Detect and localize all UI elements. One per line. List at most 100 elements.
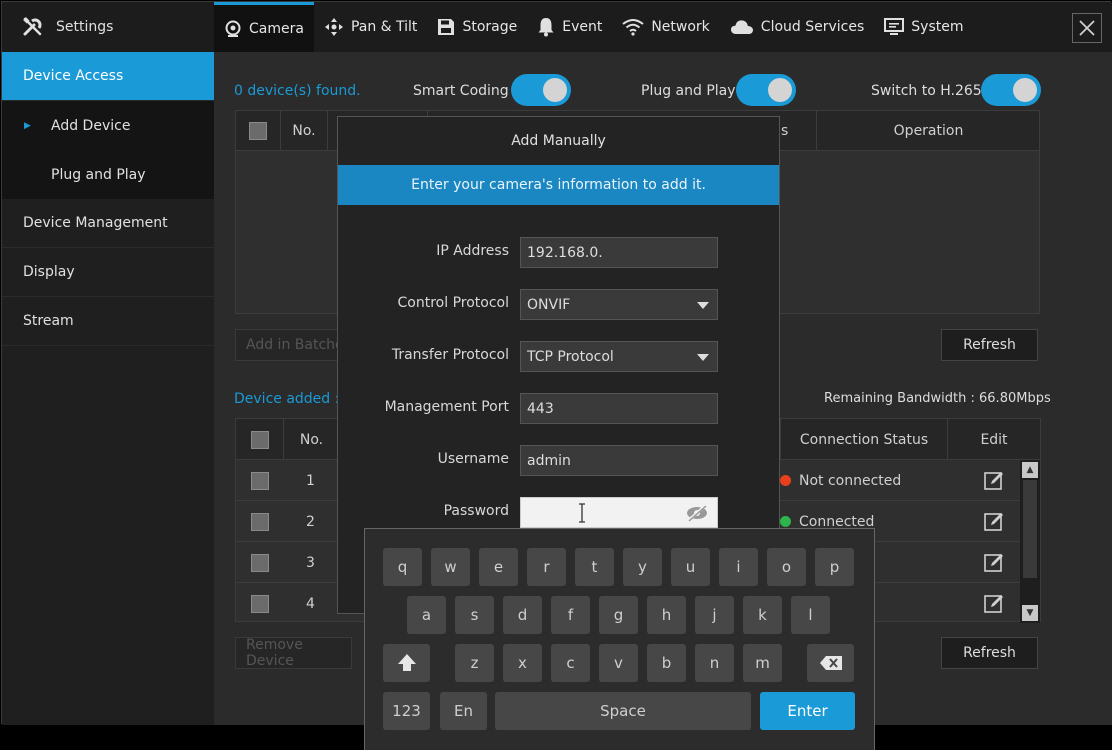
key-j[interactable]: j bbox=[695, 596, 734, 634]
edit-button[interactable] bbox=[983, 501, 1005, 542]
h265-label: Switch to H.265 bbox=[871, 83, 982, 99]
remove-device-button[interactable]: Remove Device bbox=[235, 637, 352, 669]
username-input[interactable]: admin bbox=[520, 445, 718, 476]
key-i[interactable]: i bbox=[719, 548, 758, 586]
control-protocol-label: Control Protocol bbox=[397, 295, 509, 311]
refresh-button[interactable]: Refresh bbox=[941, 329, 1038, 361]
tab-event-label: Event bbox=[562, 19, 603, 35]
sidebar-item-device-management[interactable]: Device Management bbox=[2, 199, 214, 248]
key-g[interactable]: g bbox=[599, 596, 638, 634]
key-x[interactable]: x bbox=[503, 644, 542, 682]
smart-coding-toggle[interactable] bbox=[511, 74, 571, 106]
plug-and-play-label: Plug and Play bbox=[641, 83, 736, 99]
key-h[interactable]: h bbox=[647, 596, 686, 634]
tools-icon bbox=[23, 17, 42, 36]
tab-network[interactable]: Network bbox=[612, 2, 719, 52]
key-e[interactable]: e bbox=[479, 548, 518, 586]
scroll-down-icon[interactable]: ▼ bbox=[1022, 605, 1038, 621]
backspace-icon bbox=[819, 656, 842, 670]
virtual-keyboard: q w e r t y u i o p a s d f g h j k l z … bbox=[364, 528, 875, 750]
password-input[interactable] bbox=[520, 497, 718, 528]
key-b[interactable]: b bbox=[647, 644, 686, 682]
ip-address-input[interactable]: 192.168.0. bbox=[520, 237, 718, 268]
edit-button[interactable] bbox=[983, 583, 1005, 624]
cloud-icon bbox=[730, 20, 753, 34]
toggle-knob bbox=[543, 78, 567, 102]
tab-storage[interactable]: Storage bbox=[427, 2, 527, 52]
main-tabs: Camera Pan & Tilt Storage Event Network … bbox=[214, 2, 974, 52]
key-m[interactable]: m bbox=[743, 644, 782, 682]
add-in-batches-button[interactable]: Add in Batches bbox=[235, 329, 345, 361]
row-checkbox[interactable] bbox=[251, 512, 269, 531]
tab-event[interactable]: Event bbox=[527, 2, 612, 52]
select-all-checkbox[interactable] bbox=[250, 430, 269, 449]
key-a[interactable]: a bbox=[407, 596, 446, 634]
sidebar-item-device-access[interactable]: Device Access bbox=[2, 52, 214, 101]
toggle-knob bbox=[768, 78, 792, 102]
tab-camera-label: Camera bbox=[249, 20, 304, 37]
management-port-input[interactable]: 443 bbox=[520, 393, 718, 424]
tab-camera[interactable]: Camera bbox=[214, 2, 314, 52]
key-u[interactable]: u bbox=[671, 548, 710, 586]
scroll-thumb[interactable] bbox=[1023, 480, 1037, 578]
backspace-key[interactable] bbox=[807, 644, 854, 682]
settings-title: Settings bbox=[56, 19, 114, 35]
key-r[interactable]: r bbox=[527, 548, 566, 586]
key-z[interactable]: z bbox=[455, 644, 494, 682]
key-q[interactable]: q bbox=[383, 548, 422, 586]
select-all-checkbox[interactable] bbox=[249, 122, 267, 140]
edit-icon bbox=[984, 512, 1003, 531]
scroll-up-icon[interactable]: ▲ bbox=[1022, 462, 1038, 478]
sidebar-item-add-device[interactable]: ▶ Add Device bbox=[2, 101, 214, 150]
tab-pan-tilt-label: Pan & Tilt bbox=[350, 19, 418, 35]
close-button[interactable] bbox=[1072, 13, 1102, 43]
tab-pan-tilt[interactable]: Pan & Tilt bbox=[314, 2, 427, 52]
key-k[interactable]: k bbox=[743, 596, 782, 634]
h265-toggle[interactable] bbox=[981, 74, 1041, 106]
row-checkbox[interactable] bbox=[251, 594, 269, 613]
edit-button[interactable] bbox=[983, 460, 1005, 501]
sidebar-item-stream[interactable]: Stream bbox=[2, 297, 214, 346]
key-w[interactable]: w bbox=[431, 548, 470, 586]
key-d[interactable]: d bbox=[503, 596, 542, 634]
table-scrollbar[interactable]: ▲ ▼ bbox=[1020, 460, 1040, 623]
language-key[interactable]: En bbox=[440, 692, 487, 730]
key-v[interactable]: v bbox=[599, 644, 638, 682]
device-added-text: Device added : 5 bbox=[234, 391, 353, 407]
key-p[interactable]: p bbox=[815, 548, 854, 586]
transfer-protocol-select[interactable]: TCP Protocol bbox=[520, 341, 718, 372]
refresh-button-bottom[interactable]: Refresh bbox=[941, 637, 1038, 669]
row-checkbox[interactable] bbox=[251, 471, 269, 490]
tab-storage-label: Storage bbox=[462, 19, 518, 35]
key-t[interactable]: t bbox=[575, 548, 614, 586]
plug-and-play-toggle[interactable] bbox=[736, 74, 796, 106]
key-y[interactable]: y bbox=[623, 548, 662, 586]
eye-off-icon[interactable] bbox=[685, 504, 709, 522]
sidebar-item-display[interactable]: Display bbox=[2, 248, 214, 297]
row-checkbox[interactable] bbox=[251, 553, 269, 572]
numbers-key[interactable]: 123 bbox=[383, 692, 430, 730]
key-c[interactable]: c bbox=[551, 644, 590, 682]
key-s[interactable]: s bbox=[455, 596, 494, 634]
select-all-cell bbox=[236, 419, 284, 460]
enter-key[interactable]: Enter bbox=[760, 692, 855, 730]
shift-key[interactable] bbox=[383, 644, 430, 682]
key-o[interactable]: o bbox=[767, 548, 806, 586]
chevron-down-icon bbox=[697, 302, 709, 309]
settings-header: Settings bbox=[2, 2, 214, 52]
edit-button[interactable] bbox=[983, 542, 1005, 583]
tab-system[interactable]: System bbox=[874, 2, 973, 52]
bell-icon bbox=[538, 18, 554, 37]
key-f[interactable]: f bbox=[551, 596, 590, 634]
edit-icon bbox=[984, 471, 1003, 490]
key-n[interactable]: n bbox=[695, 644, 734, 682]
devices-found-text: 0 device(s) found. bbox=[234, 83, 361, 99]
control-protocol-select[interactable]: ONVIF bbox=[520, 289, 718, 320]
tab-cloud-services[interactable]: Cloud Services bbox=[720, 2, 874, 52]
sidebar-item-plug-and-play[interactable]: Plug and Play bbox=[2, 150, 214, 199]
key-l[interactable]: l bbox=[791, 596, 830, 634]
space-key[interactable]: Space bbox=[495, 692, 751, 730]
sidebar: Device Access ▶ Add Device Plug and Play… bbox=[2, 52, 214, 725]
tab-cloud-services-label: Cloud Services bbox=[760, 19, 865, 35]
password-label: Password bbox=[443, 503, 509, 519]
